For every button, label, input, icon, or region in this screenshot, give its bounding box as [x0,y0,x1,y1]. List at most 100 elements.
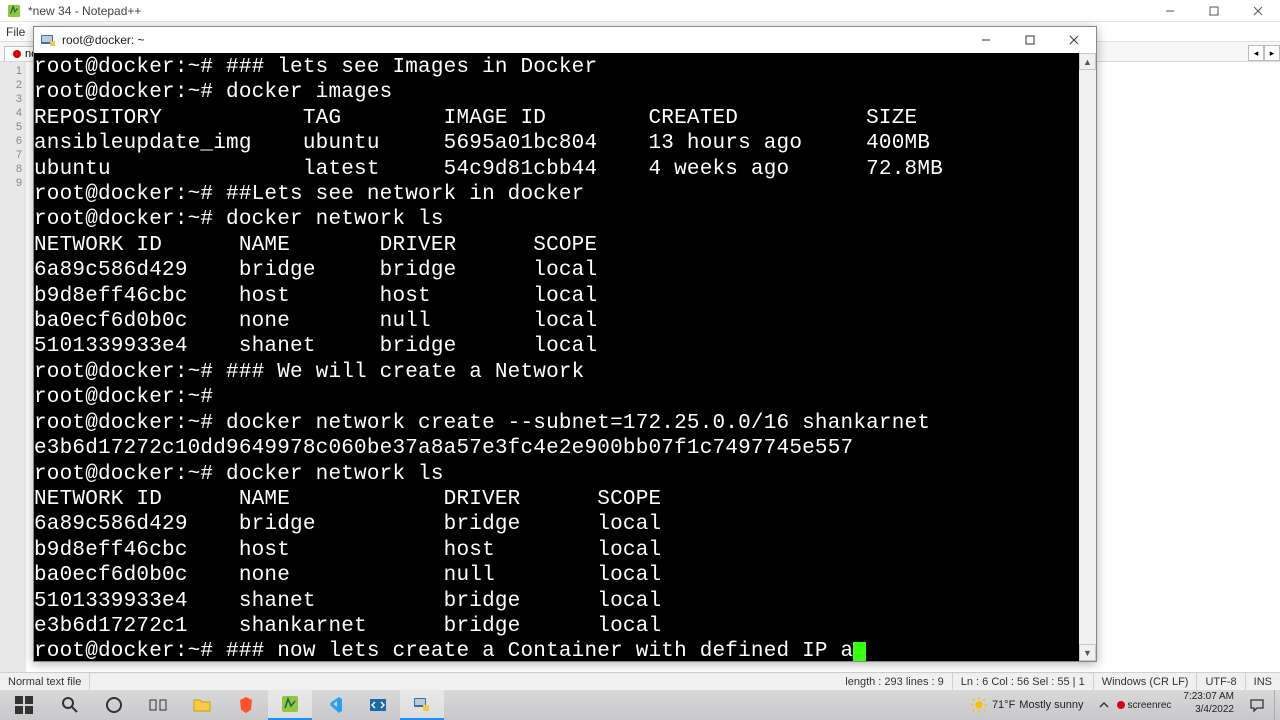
vscode-icon [324,695,344,715]
terminal-content[interactable]: root@docker:~# ### lets see Images in Do… [34,53,1079,661]
terminal-line: e3b6d17272c10dd9649978c060be37a8a57e3fc4… [34,436,1079,461]
notifications-button[interactable] [1240,690,1274,720]
unsaved-dot-icon [13,50,21,58]
terminal-line: REPOSITORY TAG IMAGE ID CREATED SIZE [34,106,1079,131]
scroll-down-button[interactable]: ▼ [1079,644,1096,661]
gutter-line-number: 9 [0,176,22,190]
terminal-line: root@docker:~# ### We will create a Netw… [34,360,1079,385]
gutter-line-number: 3 [0,92,22,106]
folder-icon [192,695,212,715]
task-view-icon [148,695,168,715]
cortana-button[interactable] [92,690,136,720]
tab-scroll-right[interactable]: ▸ [1264,45,1280,61]
sun-icon [970,696,988,714]
status-file-type: Normal text file [0,673,90,690]
search-icon [60,695,80,715]
terminal-line-current: root@docker:~# ### now lets create a Con… [34,639,1079,661]
gutter-line-number: 2 [0,78,22,92]
terminal-line: 6a89c586d429 bridge bridge local [34,258,1079,283]
notepad-pp-title: *new 34 - Notepad++ [28,4,1148,18]
record-icon [1116,700,1126,710]
npp-maximize-button[interactable] [1192,0,1236,22]
terminal-line: NETWORK ID NAME DRIVER SCOPE [34,487,1079,512]
brave-icon [236,695,256,715]
notification-icon [1249,697,1265,713]
terminal-line: b9d8eff46cbc host host local [34,538,1079,563]
terminal-current-text: root@docker:~# ### now lets create a Con… [34,640,853,661]
tray-weather[interactable]: 71°F Mostly sunny [962,690,1092,720]
term-maximize-button[interactable] [1008,27,1052,53]
windows-logo-icon [14,695,34,715]
terminal-window: root@docker: ~ root@docker:~# ### lets s… [33,26,1097,662]
notepad-pp-statusbar: Normal text file length : 293 lines : 9 … [0,672,1280,690]
windows-taskbar: 71°F Mostly sunny screenrec 7:23:07 AM 3… [0,690,1280,720]
taskbar-putty[interactable] [400,690,444,720]
terminal-line: root@docker:~# ### lets see Images in Do… [34,55,1079,80]
winscp-icon [368,695,388,715]
npp-minimize-button[interactable] [1148,0,1192,22]
terminal-line: e3b6d17272c1 shankarnet bridge local [34,614,1079,639]
menu-file[interactable]: File [6,25,25,39]
gutter-line-number: 4 [0,106,22,120]
terminal-title: root@docker: ~ [62,33,964,47]
term-close-button[interactable] [1052,27,1096,53]
gutter-line-number: 1 [0,64,22,78]
screenrec-indicator[interactable]: screenrec [1116,700,1172,711]
terminal-line: ansibleupdate_img ubuntu 5695a01bc804 13… [34,131,1079,156]
clock-date: 3/4/2022 [1183,703,1234,716]
notepad-pp-taskbar-icon [280,694,300,714]
terminal-titlebar[interactable]: root@docker: ~ [34,27,1096,53]
status-mode: INS [1246,673,1280,690]
weather-desc: Mostly sunny [1019,699,1083,711]
npp-close-button[interactable] [1236,0,1280,22]
task-view-button[interactable] [136,690,180,720]
putty-icon [40,32,56,48]
terminal-line: 6a89c586d429 bridge bridge local [34,512,1079,537]
taskbar-notepadpp[interactable] [268,690,312,720]
screenrec-label: screenrec [1128,700,1172,711]
gutter-line-number: 5 [0,120,22,134]
terminal-line: b9d8eff46cbc host host local [34,284,1079,309]
taskbar-file-explorer[interactable] [180,690,224,720]
start-button[interactable] [0,690,48,720]
terminal-line: root@docker:~# docker network ls [34,462,1079,487]
terminal-line: ubuntu latest 54c9d81cbb44 4 weeks ago 7… [34,157,1079,182]
gutter-line-number: 6 [0,134,22,148]
terminal-line: 5101339933e4 shanet bridge local [34,334,1079,359]
status-eol: Windows (CR LF) [1094,673,1198,690]
putty-taskbar-icon [412,694,432,714]
tab-scroll-left[interactable]: ◂ [1248,45,1264,61]
editor-gutter: 123456789 [0,62,26,672]
terminal-line: NETWORK ID NAME DRIVER SCOPE [34,233,1079,258]
clock-time: 7:23:07 AM [1183,690,1234,703]
taskbar-vscode[interactable] [312,690,356,720]
notepad-pp-titlebar[interactable]: *new 34 - Notepad++ [0,0,1280,22]
tray-icons[interactable]: screenrec [1092,690,1178,720]
status-length-lines: length : 293 lines : 9 [837,673,952,690]
gutter-line-number: 8 [0,162,22,176]
terminal-line: root@docker:~# docker images [34,80,1079,105]
tab-scroll-controls: ◂ ▸ [1248,45,1280,61]
terminal-line: 5101339933e4 shanet bridge local [34,589,1079,614]
cortana-icon [104,695,124,715]
terminal-scrollbar[interactable]: ▲ ▼ [1079,53,1096,661]
gutter-line-number: 7 [0,148,22,162]
show-desktop-button[interactable] [1274,690,1280,720]
status-encoding: UTF-8 [1197,673,1245,690]
terminal-line: ba0ecf6d0b0c none null local [34,309,1079,334]
tray-chevron-up-icon[interactable] [1098,699,1110,711]
terminal-line: root@docker:~# docker network ls [34,207,1079,232]
terminal-line: ba0ecf6d0b0c none null local [34,563,1079,588]
scroll-track[interactable] [1079,70,1096,644]
taskbar-winscp[interactable] [356,690,400,720]
taskbar-brave[interactable] [224,690,268,720]
notepad-pp-icon [6,3,22,19]
term-minimize-button[interactable] [964,27,1008,53]
weather-temp: 71°F [992,699,1015,711]
taskbar-clock[interactable]: 7:23:07 AM 3/4/2022 [1177,690,1240,720]
terminal-cursor [853,642,866,661]
terminal-line: root@docker:~# docker network create --s… [34,411,1079,436]
scroll-up-button[interactable]: ▲ [1079,53,1096,70]
terminal-line: root@docker:~# ##Lets see network in doc… [34,182,1079,207]
search-button[interactable] [48,690,92,720]
